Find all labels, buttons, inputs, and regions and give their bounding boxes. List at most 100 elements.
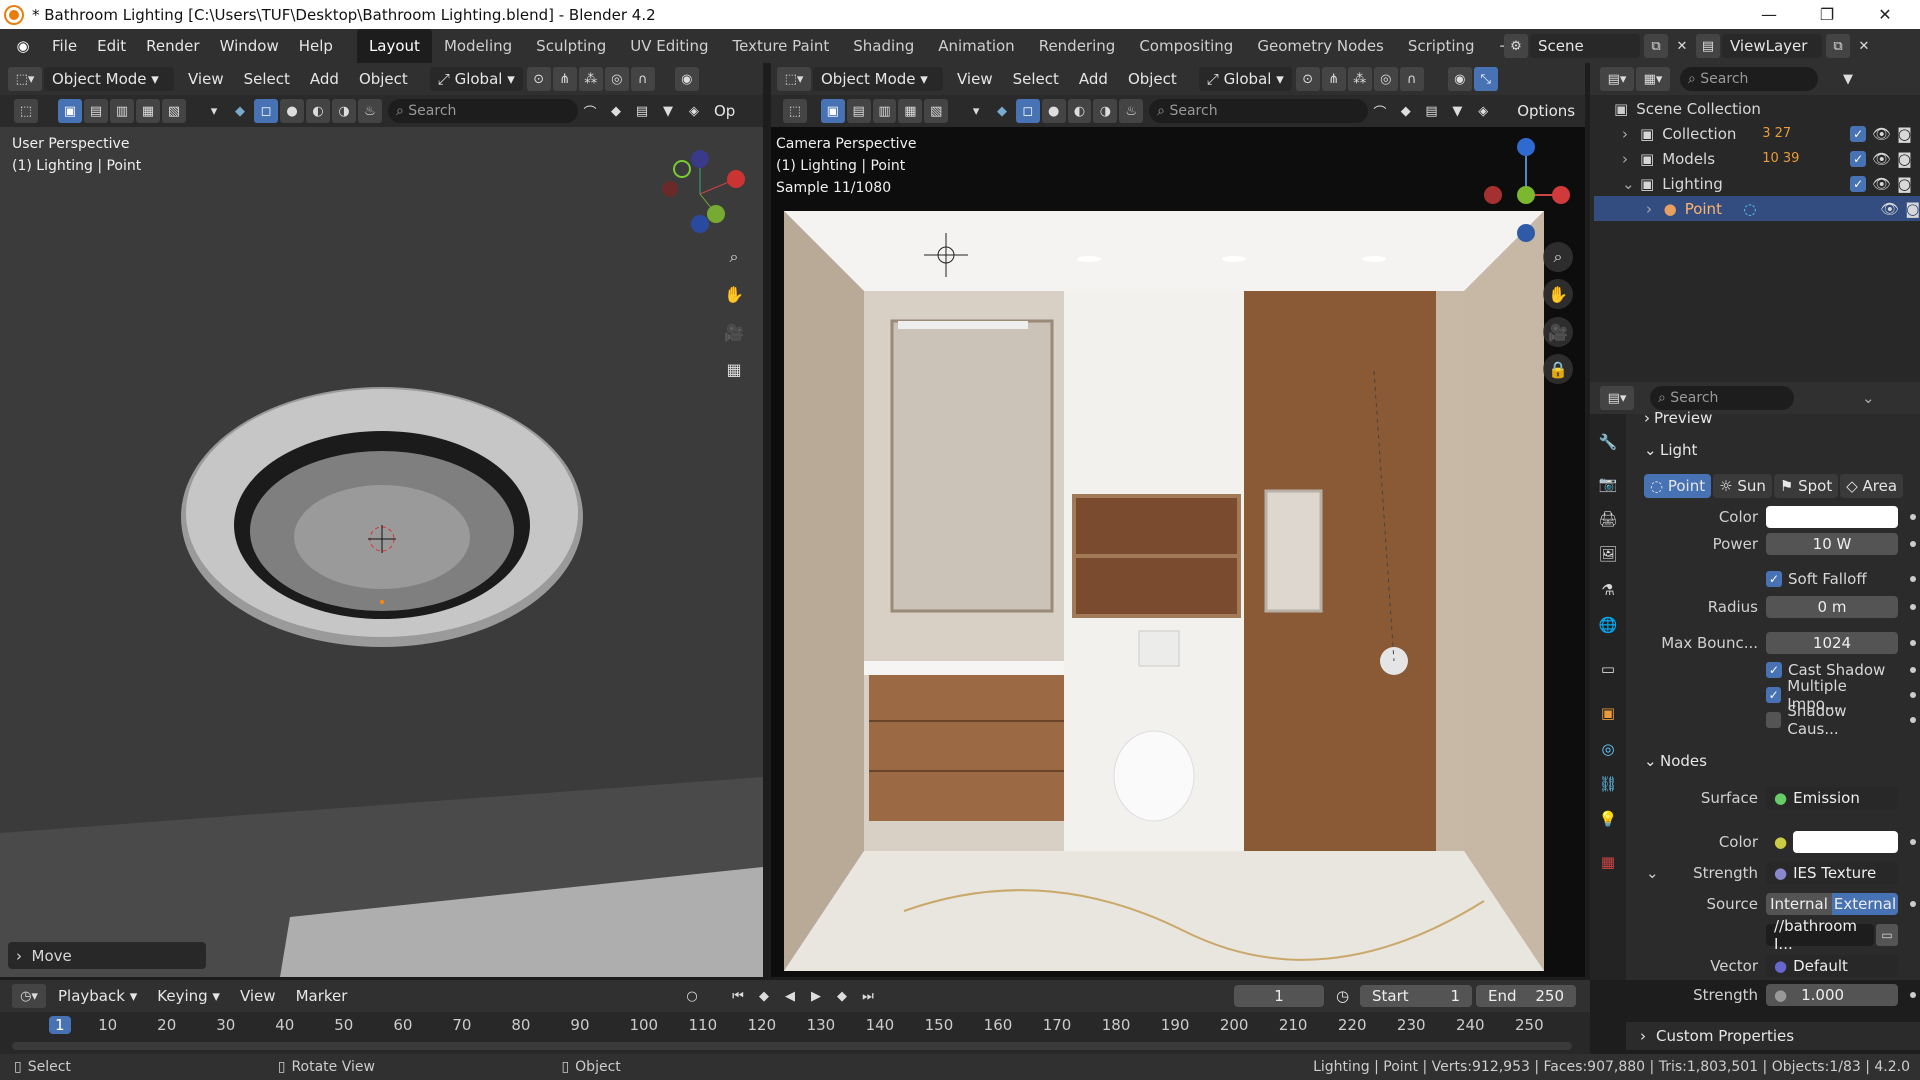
strength-value-field[interactable]: ● 1.000 xyxy=(1766,984,1898,1006)
delete-scene-icon[interactable]: ✕ xyxy=(1670,34,1694,58)
camera-icon[interactable]: 🎥 xyxy=(719,317,749,347)
current-frame-marker[interactable]: 1 xyxy=(49,1016,71,1034)
shading-solid-icon-2[interactable]: ● xyxy=(1041,99,1066,123)
render-icon-3[interactable]: ◙ xyxy=(1897,175,1912,193)
shading-material-icon[interactable]: ◐ xyxy=(306,99,330,123)
gizmo-toggle-icon[interactable]: ⤡ xyxy=(1473,67,1498,91)
proportional-icon[interactable]: ◎ xyxy=(604,67,629,91)
blender-menu-icon[interactable]: ◉ xyxy=(12,35,34,57)
zoom-icon-2[interactable]: ⌕ xyxy=(1543,242,1573,272)
lock-icon[interactable]: 🔒 xyxy=(1543,354,1573,384)
eye-icon-2[interactable]: 👁 xyxy=(1872,150,1891,168)
outliner-row-models[interactable]: › ▣ Models 10 39 ✓ 👁 ◙ xyxy=(1594,146,1920,171)
falloff-icon-2[interactable]: ∩ xyxy=(1399,67,1424,91)
filter-icon[interactable]: ▼ xyxy=(656,99,680,123)
falloff-icon[interactable]: ∩ xyxy=(630,67,655,91)
timeline-editor-type-icon[interactable]: ◷▾ xyxy=(12,984,46,1008)
node-color-field[interactable]: ● xyxy=(1766,831,1898,853)
keyframe-dot-8[interactable] xyxy=(1910,717,1916,723)
radius-field[interactable]: 0 m xyxy=(1766,596,1898,618)
current-frame-field[interactable]: 1 xyxy=(1234,985,1324,1007)
vp1-menu-select[interactable]: Select xyxy=(234,62,300,96)
timeline-scrollbar[interactable] xyxy=(12,1042,1572,1050)
menu-keying[interactable]: Keying ▾ xyxy=(147,979,230,1013)
select-invert-icon[interactable]: ▦ xyxy=(136,99,160,123)
keyframe-dot-10[interactable] xyxy=(1910,901,1916,907)
tab-compositing[interactable]: Compositing xyxy=(1127,29,1245,63)
shading-options-icon[interactable]: ♨ xyxy=(358,99,382,123)
camera-icon-2[interactable]: 🎥 xyxy=(1543,317,1573,347)
vp2-menu-select[interactable]: Select xyxy=(1003,62,1069,96)
select-subtract-icon[interactable]: ▥ xyxy=(110,99,134,123)
filter-icon-2[interactable]: ▼ xyxy=(1446,99,1470,123)
menu-help[interactable]: Help xyxy=(289,29,343,63)
last-operator-panel[interactable]: › Move xyxy=(8,942,206,969)
menu-render[interactable]: Render xyxy=(136,29,209,63)
menu-timeline-view[interactable]: View xyxy=(230,979,286,1013)
output-tab-icon[interactable]: 🖨 xyxy=(1596,507,1620,531)
select-invert-icon-2[interactable]: ▦ xyxy=(898,99,923,123)
select-tool-icon-2[interactable]: ⬚ xyxy=(783,99,807,123)
surface-dropdown[interactable]: ● Emission xyxy=(1766,787,1898,809)
custom-properties-section[interactable]: › Custom Properties xyxy=(1626,1022,1920,1050)
delete-view-layer-icon[interactable]: ✕ xyxy=(1852,34,1876,58)
node-color-swatch[interactable] xyxy=(1793,831,1898,853)
nodes-section[interactable]: ⌄ Nodes xyxy=(1636,747,1920,775)
vp1-menu-view[interactable]: View xyxy=(178,62,234,96)
tab-texture-paint[interactable]: Texture Paint xyxy=(720,29,841,63)
outliner-row-lighting[interactable]: ⌄ ▣ Lighting ✓ 👁 ◙ xyxy=(1594,171,1920,196)
new-scene-icon[interactable]: ⧉ xyxy=(1644,34,1668,58)
outliner-row-collection[interactable]: › ▣ Collection 3 27 ✓ 👁 ◙ xyxy=(1594,121,1920,146)
outliner-search-input[interactable]: ⌕ Search xyxy=(1680,67,1818,91)
pivot-icon-2[interactable]: ⊙ xyxy=(1295,67,1320,91)
tab-scripting[interactable]: Scripting xyxy=(1396,29,1487,63)
keyframe-dot-4[interactable] xyxy=(1910,604,1916,610)
autokey-icon[interactable]: ○ xyxy=(680,984,704,1008)
light-type-area[interactable]: ◇ Area xyxy=(1840,474,1904,498)
shield-icon[interactable]: ◈ xyxy=(682,99,706,123)
view-layer-selector[interactable]: ViewLayer xyxy=(1722,34,1822,58)
light-type-point[interactable]: ◌ Point xyxy=(1644,474,1712,498)
vp2-menu-object[interactable]: Object xyxy=(1118,62,1187,96)
keyframe-dot-11[interactable] xyxy=(1910,992,1916,998)
jump-start-icon[interactable]: ⏮ xyxy=(726,984,750,1008)
object-mode-dropdown-2[interactable]: Object Mode ▾ xyxy=(813,67,943,91)
color-swatch[interactable] xyxy=(1766,506,1898,528)
vp2-menu-add[interactable]: Add xyxy=(1069,62,1118,96)
object-tab-icon[interactable]: ▣ xyxy=(1596,701,1620,725)
expand-arrow-icon-3[interactable]: › xyxy=(1646,200,1664,218)
properties-editor-type-icon[interactable]: ▤▾ xyxy=(1600,386,1634,410)
soft-falloff-checkbox[interactable]: ✓ Soft Falloff xyxy=(1766,570,1898,588)
lighting-checkbox[interactable]: ✓ xyxy=(1850,175,1867,192)
shading-material-icon-2[interactable]: ◐ xyxy=(1067,99,1092,123)
select-tool-icon[interactable]: ⬚ xyxy=(14,99,38,123)
maximize-icon[interactable]: ❐ xyxy=(1798,0,1856,29)
menu-edit[interactable]: Edit xyxy=(87,29,136,63)
overlay-icon-2[interactable]: ⌒ xyxy=(1368,99,1392,123)
editor-type-icon-2[interactable]: ⬚▾ xyxy=(777,67,811,91)
jump-end-icon[interactable]: ⏭ xyxy=(856,984,880,1008)
keyframe-dot-5[interactable] xyxy=(1910,640,1916,646)
shield-icon-2[interactable]: ◈ xyxy=(1471,99,1495,123)
tab-modeling[interactable]: Modeling xyxy=(432,29,524,63)
overlay-icon[interactable]: ⌒ xyxy=(578,99,602,123)
outliner-filter-icon[interactable]: ▼ xyxy=(1836,67,1860,91)
outliner-row-point[interactable]: › ● Point ◌ 👁 ◙ xyxy=(1594,196,1920,221)
expand-arrow-icon[interactable]: › xyxy=(1622,125,1640,143)
light-data-tab-icon[interactable]: 💡 xyxy=(1596,807,1620,831)
tool-tab-icon[interactable]: 🔧 xyxy=(1596,430,1620,454)
collection-tab-icon[interactable]: ▭ xyxy=(1596,657,1620,681)
ies-filepath-field[interactable]: //bathroom I... xyxy=(1766,917,1874,953)
shading-solid-icon[interactable]: ● xyxy=(280,99,304,123)
select-new-icon[interactable]: ▣ xyxy=(58,99,82,123)
tab-uv-editing[interactable]: UV Editing xyxy=(618,29,720,63)
collapse-arrow-icon[interactable]: ⌄ xyxy=(1622,175,1640,193)
shading-rendered-icon-2[interactable]: ◑ xyxy=(1093,99,1118,123)
render-icon-4[interactable]: ◙ xyxy=(1905,200,1920,218)
texture-tab-icon[interactable]: ▦ xyxy=(1596,850,1620,874)
render-icon-2[interactable]: ◙ xyxy=(1897,150,1912,168)
bookmark-icon-2[interactable]: ◆ xyxy=(1394,99,1418,123)
eye-icon-4[interactable]: 👁 xyxy=(1880,200,1899,218)
viewport-gizmo-icon-2[interactable]: ◆ xyxy=(990,99,1014,123)
collapse-arrow-icon-4[interactable]: ⌄ xyxy=(1646,864,1659,882)
